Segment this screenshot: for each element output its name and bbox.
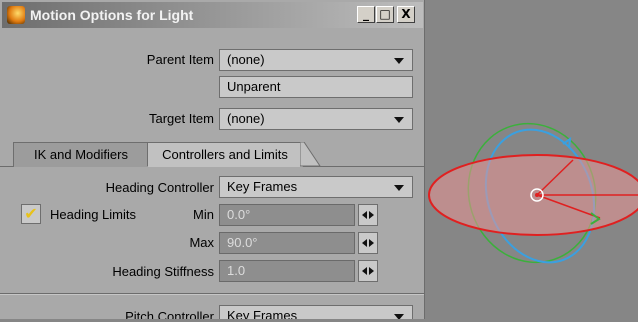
target-item-label: Target Item xyxy=(148,111,214,126)
heading-min-label: Min xyxy=(193,207,214,222)
chevron-down-icon xyxy=(394,58,404,64)
target-item-value: (none) xyxy=(227,111,265,126)
heading-limits-checkbox[interactable]: ✔ xyxy=(21,204,41,224)
tab-controllers-and-limits[interactable]: Controllers and Limits xyxy=(147,142,303,167)
close-button[interactable]: X xyxy=(397,6,415,23)
motion-options-panel: Motion Options for Light _ □ X Parent It… xyxy=(0,0,425,319)
window-title: Motion Options for Light xyxy=(30,7,194,23)
pitch-controller-value: Key Frames xyxy=(227,308,298,319)
heading-max-spinner[interactable] xyxy=(358,232,378,254)
chevron-down-icon xyxy=(394,117,404,123)
section-divider-highlight xyxy=(0,294,424,295)
heading-stiffness-spinner[interactable] xyxy=(358,260,378,282)
unparent-button[interactable]: Unparent xyxy=(219,76,413,98)
target-item-dropdown[interactable]: (none) xyxy=(219,108,413,130)
heading-limits-label: Heading Limits xyxy=(50,207,136,222)
rotation-gizmo-icon[interactable] xyxy=(425,0,638,319)
tab-ik-and-modifiers-label: IK and Modifiers xyxy=(34,147,128,162)
heading-max-input[interactable]: 90.0° xyxy=(219,232,355,254)
heading-stiffness-input[interactable]: 1.0 xyxy=(219,260,355,282)
minimize-button[interactable]: _ xyxy=(357,6,375,23)
heading-controller-label: Heading Controller xyxy=(105,180,214,195)
tab-controllers-and-limits-label: Controllers and Limits xyxy=(162,147,288,162)
lightwave-app-icon xyxy=(7,6,25,24)
parent-item-label: Parent Item xyxy=(146,52,214,67)
pitch-controller-label: Pitch Controller xyxy=(125,309,214,319)
heading-min-input[interactable]: 0.0° xyxy=(219,204,355,226)
maximize-button[interactable]: □ xyxy=(376,6,394,23)
tab-slant xyxy=(300,142,321,167)
heading-min-spinner[interactable] xyxy=(358,204,378,226)
right-arrow-icon xyxy=(369,267,374,275)
pitch-controller-dropdown[interactable]: Key Frames xyxy=(219,305,413,319)
right-arrow-icon xyxy=(369,211,374,219)
unparent-button-label: Unparent xyxy=(227,79,281,94)
right-arrow-icon xyxy=(369,239,374,247)
title-bar[interactable]: Motion Options for Light _ □ X xyxy=(2,2,423,28)
chevron-down-icon xyxy=(394,185,404,191)
chevron-down-icon xyxy=(394,314,404,319)
left-arrow-icon xyxy=(362,239,367,247)
heading-controller-dropdown[interactable]: Key Frames xyxy=(219,176,413,198)
parent-item-value: (none) xyxy=(227,52,265,67)
viewport[interactable] xyxy=(425,0,638,319)
heading-max-label: Max xyxy=(189,235,214,250)
heading-controller-value: Key Frames xyxy=(227,179,298,194)
heading-stiffness-label: Heading Stiffness xyxy=(112,264,214,279)
parent-item-dropdown[interactable]: (none) xyxy=(219,49,413,71)
tab-ik-and-modifiers[interactable]: IK and Modifiers xyxy=(13,142,149,167)
left-arrow-icon xyxy=(362,211,367,219)
left-arrow-icon xyxy=(362,267,367,275)
